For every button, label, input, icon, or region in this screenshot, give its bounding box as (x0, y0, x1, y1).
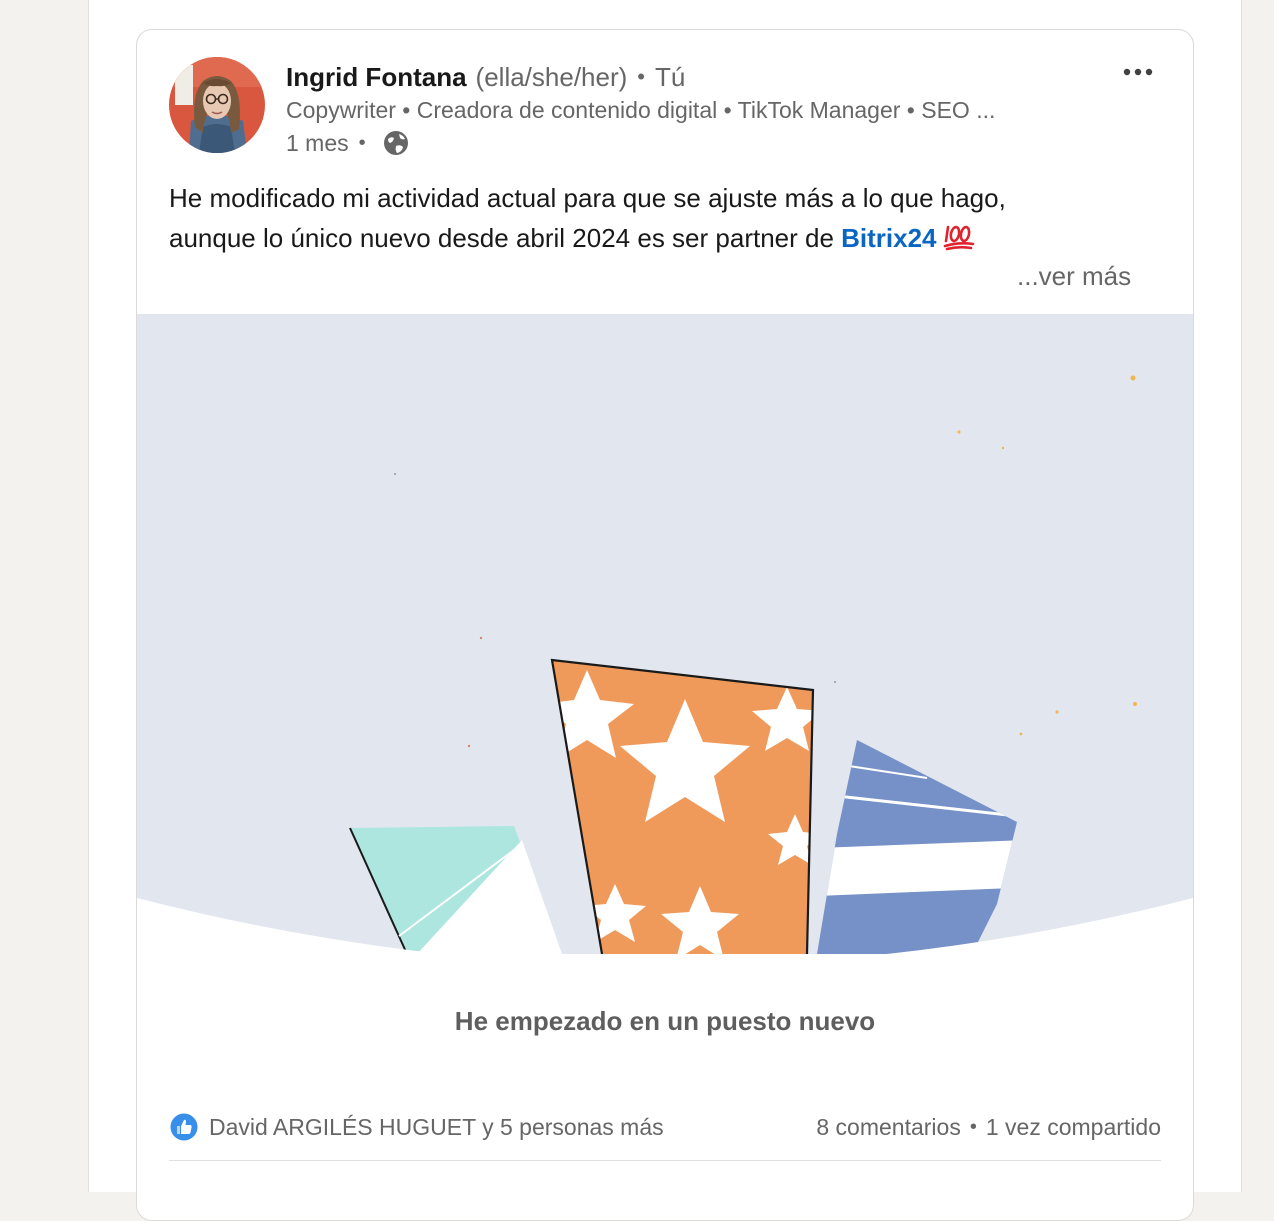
post-card: Ingrid Fontana (ella/she/her) • Tú Copyw… (136, 29, 1194, 1221)
shares-count[interactable]: 1 vez compartido (986, 1114, 1161, 1141)
author-line: Ingrid Fontana (ella/she/her) • Tú (286, 60, 1106, 94)
hundred-points-emoji-icon (943, 221, 975, 262)
mention-link[interactable]: Bitrix24 (841, 223, 936, 253)
separator-dot: • (637, 64, 645, 89)
post-body: He modificado mi actividad actual para q… (169, 178, 1159, 262)
post-meta: 1 mes • (286, 126, 1106, 160)
globe-icon (382, 129, 410, 157)
social-counts-bar: David ARGILÉS HUGUET y 5 personas más 8 … (169, 1110, 1161, 1144)
counts-separator: • (969, 1115, 977, 1138)
like-icon (169, 1112, 199, 1142)
reactions-summary[interactable]: David ARGILÉS HUGUET y 5 personas más (169, 1112, 664, 1142)
more-options-icon[interactable] (1112, 54, 1164, 90)
illustration-caption: He empezado en un puesto nuevo (454, 1006, 876, 1036)
author-headline: Copywriter • Creadora de contenido digit… (286, 97, 996, 123)
post-time[interactable]: 1 mes (286, 130, 349, 157)
post-text-line-2: aunque lo único nuevo desde abril 2024 e… (169, 218, 1159, 262)
see-more-button[interactable]: ...ver más (1017, 261, 1131, 292)
author-pronouns: (ella/she/her) (475, 61, 628, 92)
post-author-block: Ingrid Fontana (ella/she/her) • Tú Copyw… (286, 60, 1106, 160)
self-badge: Tú (654, 61, 686, 92)
comments-count[interactable]: 8 comentarios (816, 1114, 960, 1141)
reactions-text: David ARGILÉS HUGUET y 5 personas más (209, 1113, 664, 1140)
party-hats-illustration (137, 314, 1193, 954)
author-name[interactable]: Ingrid Fontana (286, 62, 467, 93)
engagement-counts: 8 comentarios • 1 vez compartido (816, 1114, 1161, 1141)
author-photo (169, 57, 265, 153)
post-text-line-1: He modificado mi actividad actual para q… (169, 183, 1006, 213)
time-separator: • (358, 131, 366, 154)
post-text-line-2-prefix: aunque lo único nuevo desde abril 2024 e… (169, 223, 842, 253)
author-avatar[interactable] (169, 57, 265, 153)
actions-divider (169, 1160, 1161, 1161)
